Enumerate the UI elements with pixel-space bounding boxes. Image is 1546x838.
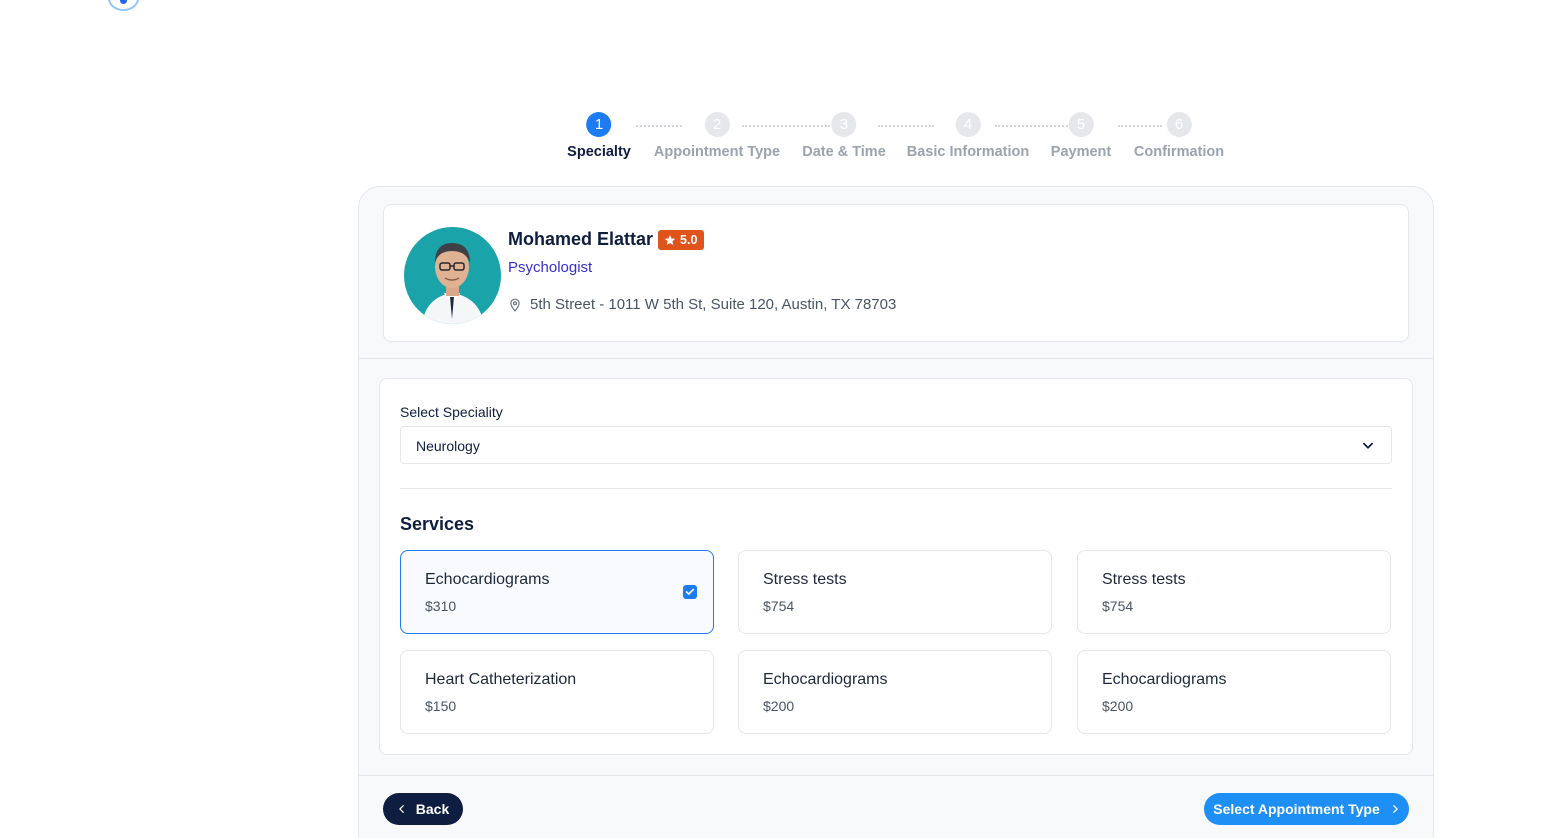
service-name: Echocardiograms — [763, 671, 888, 688]
step-label: Payment — [1050, 144, 1112, 160]
footer-divider — [359, 775, 1433, 776]
service-card[interactable]: Echocardiograms $310 — [400, 550, 714, 634]
step-number: 5 — [1068, 112, 1094, 137]
step-label: Confirmation — [1133, 144, 1225, 160]
speciality-value: Neurology — [416, 438, 480, 454]
service-price: $150 — [425, 698, 457, 714]
service-card[interactable]: Stress tests $754 — [1077, 550, 1391, 634]
speciality-form: Select Speciality Neurology Services Ech… — [379, 378, 1413, 755]
next-label: Select Appointment Type — [1213, 801, 1380, 817]
doctor-specialty: Psychologist — [508, 259, 593, 276]
service-card[interactable]: Echocardiograms $200 — [1077, 650, 1391, 734]
service-name: Heart Catheterization — [425, 671, 577, 688]
chevron-right-icon — [1392, 805, 1398, 813]
service-card[interactable]: Stress tests $754 — [738, 550, 1052, 634]
services-title: Services — [400, 514, 475, 534]
chevron-left-icon — [399, 805, 404, 813]
step-number: 1 — [586, 112, 612, 137]
map-pin-icon — [510, 298, 520, 312]
step-specialty[interactable]: 1 Specialty — [567, 112, 631, 160]
step-date-time[interactable]: 3 Date & Time — [802, 112, 886, 160]
step-payment[interactable]: 5 Payment — [1051, 112, 1111, 160]
back-button[interactable]: Back — [383, 793, 463, 825]
step-label: Date & Time — [802, 144, 886, 160]
speciality-label: Select Speciality — [400, 404, 503, 420]
section-divider — [359, 358, 1433, 359]
service-price: $754 — [1102, 598, 1134, 614]
select-appointment-type-button[interactable]: Select Appointment Type — [1204, 793, 1409, 825]
step-number: 6 — [1166, 112, 1192, 137]
service-name: Stress tests — [763, 571, 847, 588]
step-label: Appointment Type — [653, 144, 781, 160]
rating-badge: 5.0 — [658, 229, 705, 250]
rating-value: 5.0 — [680, 232, 698, 247]
step-number: 3 — [831, 112, 857, 137]
doctor-avatar — [404, 227, 501, 324]
step-number: 2 — [704, 112, 730, 137]
doctor-card: Mohamed Elattar 5.0 Psychologist 5th Str… — [383, 204, 1409, 342]
service-name: Echocardiograms — [1102, 671, 1227, 688]
star-icon — [664, 234, 676, 245]
service-price: $754 — [763, 598, 795, 614]
step-appointment-type[interactable]: 2 Appointment Type — [654, 112, 780, 160]
doctor-name-row: Mohamed Elattar 5.0 — [508, 229, 705, 250]
service-price: $200 — [763, 698, 795, 714]
step-confirmation[interactable]: 6 Confirmation — [1134, 112, 1224, 160]
back-label: Back — [415, 801, 450, 817]
service-name: Stress tests — [1102, 571, 1186, 588]
service-price: $200 — [1102, 698, 1134, 714]
booking-stepper: 1 Specialty 2 Appointment Type 3 Date & … — [556, 112, 1236, 164]
doctor-address: 5th Street - 1011 W 5th St, Suite 120, A… — [508, 296, 896, 313]
checkbox-checked-icon[interactable] — [683, 585, 697, 599]
service-price: $310 — [425, 598, 457, 614]
loading-spinner-icon — [108, 0, 139, 11]
step-label: Specialty — [567, 144, 631, 160]
doctor-name: Mohamed Elattar — [508, 229, 654, 249]
step-label: Basic Information — [906, 144, 1030, 160]
speciality-select[interactable]: Neurology — [400, 426, 1392, 464]
step-number: 4 — [955, 112, 981, 137]
service-card[interactable]: Echocardiograms $200 — [738, 650, 1052, 734]
service-name: Echocardiograms — [425, 571, 550, 588]
step-basic-information[interactable]: 4 Basic Information — [907, 112, 1029, 160]
booking-panel: Mohamed Elattar 5.0 Psychologist 5th Str… — [358, 186, 1434, 838]
chevron-down-icon — [1363, 442, 1373, 449]
service-card[interactable]: Heart Catheterization $150 — [400, 650, 714, 734]
form-divider — [400, 488, 1392, 489]
address-text: 5th Street - 1011 W 5th St, Suite 120, A… — [530, 296, 897, 313]
